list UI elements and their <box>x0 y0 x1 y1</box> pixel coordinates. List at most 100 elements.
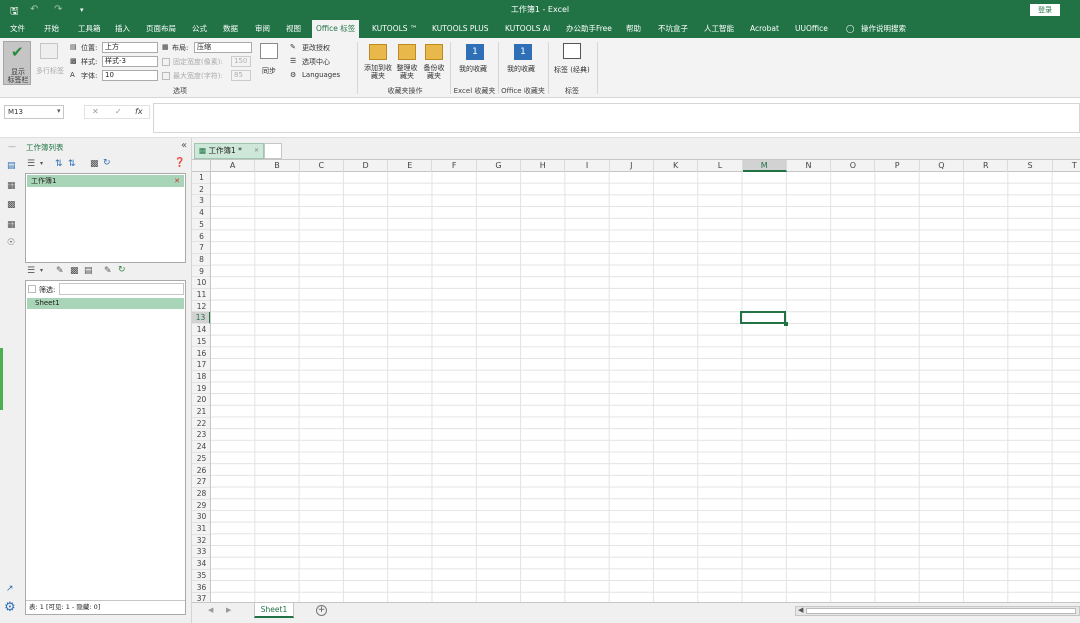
scroll-left-icon[interactable]: ◀ <box>798 606 803 614</box>
column-header-i[interactable]: I <box>565 160 610 172</box>
organize-favorite-button[interactable]: 整理收 藏夹 <box>394 64 420 80</box>
row-header-34[interactable]: 34 <box>192 558 210 570</box>
multirow-tab-button[interactable]: 多行标签 <box>36 66 64 76</box>
row-header-17[interactable]: 17 <box>192 359 210 371</box>
close-icon[interactable]: ✕ <box>174 175 180 187</box>
settings-gear-icon[interactable]: ⚙ <box>4 600 16 615</box>
font-select[interactable]: 10 <box>102 70 158 81</box>
backup-favorite-button[interactable]: 备份收 藏夹 <box>421 64 447 80</box>
row-header-1[interactable]: 1 <box>192 172 210 184</box>
tab-insert[interactable]: 插入 <box>115 20 130 38</box>
chevron-down-icon[interactable]: ▾ <box>57 107 61 115</box>
list-view-dropdown-icon[interactable]: ▾ <box>40 160 43 167</box>
row-header-35[interactable]: 35 <box>192 570 210 582</box>
prev-sheet-icon[interactable]: ◀ <box>208 606 213 614</box>
column-header-c[interactable]: C <box>300 160 344 172</box>
column-header-m[interactable]: M <box>742 160 787 172</box>
max-width-input[interactable]: 85 <box>231 70 251 81</box>
tab-bukeng[interactable]: 不坑盒子 <box>658 20 688 38</box>
column-header-n[interactable]: N <box>787 160 832 172</box>
open-external-icon[interactable]: ↗ <box>6 584 14 594</box>
document-tab[interactable]: ▩ 工作簿1 * ✕ <box>194 143 264 159</box>
save-all-icon[interactable]: ▩ <box>90 159 99 169</box>
select-all-corner[interactable] <box>192 160 211 172</box>
rename-sheet-icon[interactable]: ✎ <box>56 266 64 276</box>
workbook-item[interactable]: 工作簿1 ✕ <box>27 175 184 187</box>
row-header-2[interactable]: 2 <box>192 184 210 196</box>
sheet-list-view-icon[interactable]: ☰ <box>27 266 35 276</box>
tab-kutools[interactable]: KUTOOLS ™ <box>372 20 417 38</box>
add-favorite-button[interactable]: 添加到收 藏夹 <box>363 64 393 80</box>
row-header-16[interactable]: 16 <box>192 348 210 360</box>
cell-grid[interactable] <box>211 172 1080 604</box>
position-select[interactable]: 上方 <box>102 42 158 53</box>
row-header-26[interactable]: 26 <box>192 465 210 477</box>
column-header-b[interactable]: B <box>255 160 300 172</box>
layout-select[interactable]: 压缩 <box>194 42 252 53</box>
copy-sheet-icon[interactable]: ▩ <box>70 266 79 276</box>
tab-kutools-plus[interactable]: KUTOOLS PLUS <box>432 20 489 38</box>
row-header-6[interactable]: 6 <box>192 231 210 243</box>
workbook-icon[interactable]: ▤ <box>7 161 16 171</box>
row-header-18[interactable]: 18 <box>192 371 210 383</box>
horizontal-scrollbar[interactable]: ◀ <box>795 606 1080 616</box>
login-button[interactable]: 登录 <box>1030 4 1060 16</box>
row-header-36[interactable]: 36 <box>192 582 210 594</box>
row-header-19[interactable]: 19 <box>192 383 210 395</box>
active-cell[interactable] <box>740 311 788 326</box>
row-header-24[interactable]: 24 <box>192 441 210 453</box>
tab-home[interactable]: 开始 <box>44 20 59 38</box>
row-header-29[interactable]: 29 <box>192 500 210 512</box>
style-select[interactable]: 样式-3 <box>102 56 158 67</box>
row-header-9[interactable]: 9 <box>192 266 210 278</box>
sheet-refresh-icon[interactable]: ↻ <box>118 265 126 275</box>
sheet-tab[interactable]: Sheet1 <box>254 603 294 618</box>
enter-icon[interactable]: ✓ <box>115 107 122 116</box>
column-header-j[interactable]: J <box>610 160 654 172</box>
next-sheet-icon[interactable]: ▶ <box>226 606 231 614</box>
sheet-list-dropdown-icon[interactable]: ▾ <box>40 267 43 274</box>
tab-toolbox[interactable]: 工具箱 <box>78 20 101 38</box>
tab-review[interactable]: 审阅 <box>255 20 270 38</box>
column-header-e[interactable]: E <box>388 160 433 172</box>
edit-sheet-icon[interactable]: ✎ <box>104 266 112 276</box>
row-header-15[interactable]: 15 <box>192 336 210 348</box>
tab-uuoffice[interactable]: UUOffice <box>795 20 828 38</box>
row-header-14[interactable]: 14 <box>192 324 210 336</box>
row-header-27[interactable]: 27 <box>192 476 210 488</box>
column-header-l[interactable]: L <box>698 160 743 172</box>
fixed-width-checkbox[interactable] <box>162 58 170 66</box>
column-header-k[interactable]: K <box>654 160 699 172</box>
sheet-item[interactable]: Sheet1 <box>27 298 184 309</box>
fixed-width-input[interactable]: 150 <box>231 56 251 67</box>
tab-page-layout[interactable]: 页面布局 <box>146 20 176 38</box>
row-header-5[interactable]: 5 <box>192 219 210 231</box>
row-header-33[interactable]: 33 <box>192 546 210 559</box>
column-header-d[interactable]: D <box>344 160 389 172</box>
row-header-28[interactable]: 28 <box>192 488 210 500</box>
collapse-icon[interactable]: « <box>181 140 187 151</box>
refresh-icon[interactable]: ↻ <box>103 158 111 168</box>
options-center-button[interactable]: 选项中心 <box>302 57 330 67</box>
tab-acrobat[interactable]: Acrobat <box>750 20 779 38</box>
binoculars-icon[interactable]: ☉ <box>7 238 15 248</box>
column-header-p[interactable]: P <box>876 160 920 172</box>
list-view-icon[interactable]: ☰ <box>27 159 35 169</box>
function-icon[interactable]: fx <box>135 107 143 116</box>
column-header-a[interactable]: A <box>211 160 256 172</box>
sync-button[interactable]: 同步 <box>262 66 276 76</box>
row-header-11[interactable]: 11 <box>192 289 210 301</box>
tab-view[interactable]: 视图 <box>286 20 301 38</box>
column-header-f[interactable]: F <box>433 160 477 172</box>
insert-sheet-icon[interactable]: ▤ <box>84 266 93 276</box>
tab-data[interactable]: 数据 <box>223 20 238 38</box>
row-header-23[interactable]: 23 <box>192 429 210 442</box>
close-tab-icon[interactable]: ✕ <box>254 144 259 158</box>
filter-checkbox[interactable] <box>28 285 36 293</box>
row-header-4[interactable]: 4 <box>192 207 210 219</box>
row-header-10[interactable]: 10 <box>192 277 210 289</box>
tab-formulas[interactable]: 公式 <box>192 20 207 38</box>
tab-ai[interactable]: 人工智能 <box>704 20 734 38</box>
row-header-12[interactable]: 12 <box>192 301 210 313</box>
row-header-21[interactable]: 21 <box>192 406 210 418</box>
